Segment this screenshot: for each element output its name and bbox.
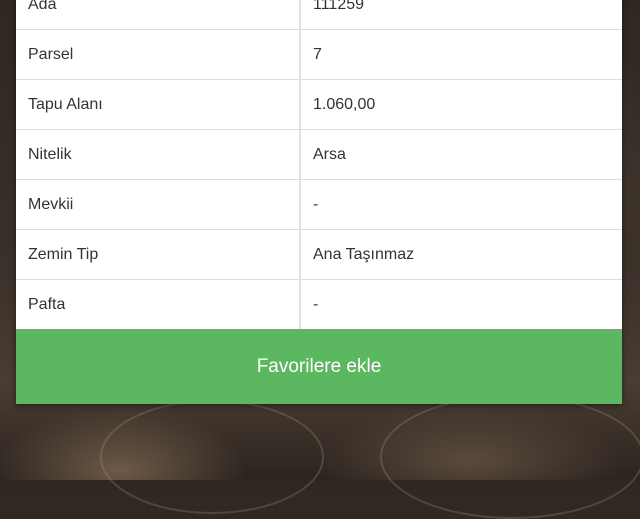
row-value: Arsa — [313, 145, 346, 163]
parcel-details-panel: Ada 111259 Parsel 7 Tapu Alanı 1.060,00 … — [16, 0, 622, 404]
row-label: Tapu Alanı — [16, 80, 301, 129]
details-row-parsel: Parsel 7 — [16, 30, 622, 80]
row-label: Pafta — [16, 280, 301, 329]
row-value: 1.060,00 — [313, 95, 376, 113]
row-value: Ana Taşınmaz — [313, 245, 415, 263]
row-value: 111259 — [313, 0, 365, 13]
details-row-nitelik: Nitelik Arsa — [16, 130, 622, 180]
add-to-favorites-button[interactable]: Favorilere ekle — [16, 329, 622, 404]
row-label: Nitelik — [16, 130, 301, 179]
details-row-zemin-tip: Zemin Tip Ana Taşınmaz — [16, 230, 622, 280]
terrain-contour — [380, 395, 640, 519]
row-label: Zemin Tip — [16, 230, 301, 279]
details-row-tapu-alani: Tapu Alanı 1.060,00 — [16, 80, 622, 130]
row-value: 7 — [313, 45, 322, 63]
row-label: Mevkii — [16, 180, 301, 229]
details-row-mevkii: Mevkii - — [16, 180, 622, 230]
details-row-pafta: Pafta - — [16, 280, 622, 329]
terrain-contour — [100, 400, 324, 514]
details-row-ada: Ada 111259 — [16, 0, 622, 30]
row-label: Parsel — [16, 30, 301, 79]
row-value: - — [313, 195, 319, 213]
row-label: Ada — [16, 0, 301, 29]
row-value: - — [313, 295, 319, 313]
